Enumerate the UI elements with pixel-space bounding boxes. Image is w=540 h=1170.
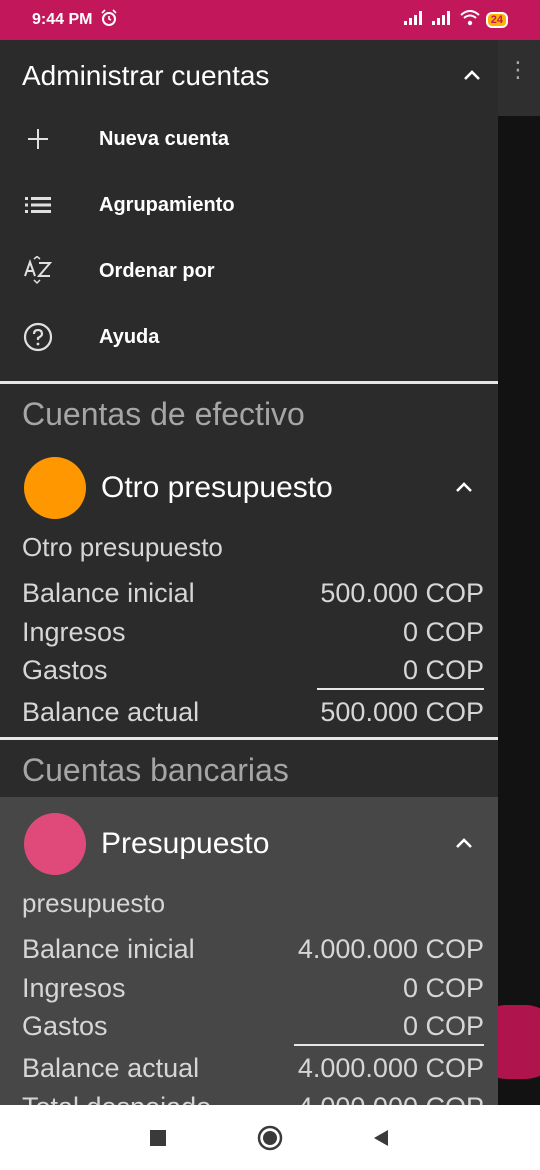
row-value: 4.000.000 COP [298, 1092, 484, 1106]
menu-new-account[interactable]: Nueva cuenta [0, 106, 498, 172]
accounts-drawer: Administrar cuentas Nueva cuenta Agrupam… [0, 40, 498, 1105]
section-title: Cuentas bancarias [22, 752, 289, 788]
account-description: presupuesto [22, 888, 166, 918]
plus-icon [22, 123, 54, 155]
menu-sort-by[interactable]: Ordenar por [0, 238, 498, 304]
row-value: 0 COP [402, 1010, 484, 1041]
menu-help[interactable]: Ayuda [0, 304, 498, 370]
balance-row: Total despejado 4.000.000 COP [22, 1089, 484, 1106]
alarm-icon [100, 8, 118, 32]
divider [0, 737, 498, 740]
recents-button[interactable] [145, 1125, 171, 1151]
account-card[interactable]: Presupuesto presupuesto Balance inicial … [0, 813, 498, 1105]
status-bar: 9:44 PM 24 [0, 0, 540, 40]
list-icon [22, 189, 54, 221]
menu-label: Agrupamiento [99, 193, 235, 216]
more-options-icon[interactable]: ⋮ [507, 59, 529, 81]
row-label: Ingresos [22, 616, 126, 647]
balance-row: Balance inicial 500.000 COP [22, 575, 484, 611]
row-value: 4.000.000 COP [297, 1052, 484, 1083]
background-toolbar: ⋮ [498, 40, 540, 116]
drawer-title: Administrar cuentas [22, 60, 270, 91]
signal-icon [431, 10, 454, 30]
balance-row: Balance actual 4.000.000 COP [22, 1050, 484, 1086]
row-label: Balance actual [22, 1052, 200, 1083]
navigation-bar [0, 1105, 540, 1170]
background-app: ⋮ [498, 40, 540, 1105]
balance-row: Balance actual 500.000 COP [22, 694, 484, 730]
status-time: 9:44 PM [32, 11, 93, 28]
home-button[interactable] [257, 1125, 283, 1151]
row-value: 0 COP [402, 972, 484, 1003]
row-label: Ingresos [22, 972, 126, 1003]
back-button[interactable] [368, 1125, 394, 1151]
chevron-up-icon[interactable] [454, 834, 474, 854]
account-color-dot [24, 457, 86, 519]
row-label: Balance inicial [22, 933, 195, 964]
divider [0, 381, 498, 384]
row-value: 0 COP [402, 616, 484, 647]
account-name: Presupuesto [101, 827, 270, 860]
section-title: Cuentas de efectivo [22, 396, 305, 432]
menu-grouping[interactable]: Agrupamiento [0, 172, 498, 238]
balance-row: Ingresos 0 COP [22, 614, 484, 650]
row-label: Gastos [22, 1010, 108, 1041]
sort-az-icon [22, 255, 54, 287]
status-icons: 24 [403, 9, 508, 31]
menu-label: Ayuda [99, 325, 160, 348]
balance-row: Ingresos 0 COP [22, 970, 484, 1006]
row-value: 4.000.000 COP [297, 933, 484, 964]
row-value: 500.000 COP [320, 696, 484, 727]
balance-row: Balance inicial 4.000.000 COP [22, 931, 484, 967]
menu-label: Ordenar por [99, 259, 215, 282]
chevron-up-icon[interactable] [462, 66, 482, 86]
account-description: Otro presupuesto [22, 532, 223, 562]
row-label: Balance actual [22, 696, 200, 727]
wifi-icon [460, 9, 480, 31]
drawer-header[interactable]: Administrar cuentas [22, 56, 482, 96]
account-header: Otro presupuesto [24, 457, 333, 519]
help-icon [22, 321, 54, 353]
row-label: Gastos [22, 654, 108, 685]
account-name: Otro presupuesto [101, 471, 333, 504]
balance-row: Gastos 0 COP [22, 1008, 484, 1044]
account-color-dot [24, 813, 86, 875]
signal-icon [403, 10, 426, 30]
row-value: 0 COP [402, 654, 484, 685]
chevron-up-icon[interactable] [454, 478, 474, 498]
sum-line [317, 688, 484, 690]
row-value: 500.000 COP [320, 577, 484, 608]
balance-row: Gastos 0 COP [22, 652, 484, 688]
row-label: Balance inicial [22, 577, 195, 608]
account-card[interactable]: Otro presupuesto Otro presupuesto Balanc… [0, 457, 498, 737]
row-label: Total despejado [22, 1092, 211, 1106]
account-header: Presupuesto [24, 813, 269, 875]
sum-line [294, 1044, 484, 1046]
battery-icon: 24 [485, 12, 508, 28]
menu-label: Nueva cuenta [99, 127, 230, 150]
